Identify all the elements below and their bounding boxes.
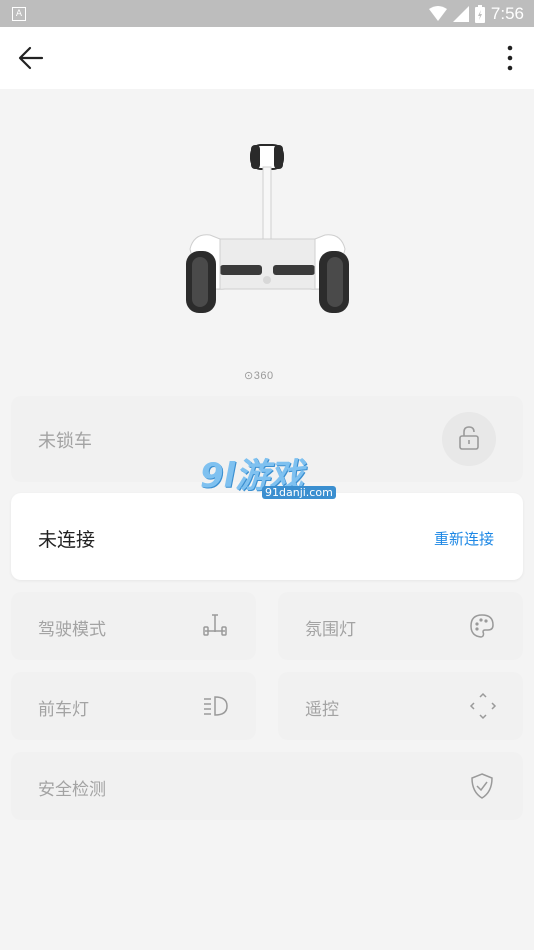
feature-label: 前车灯 — [38, 700, 89, 720]
status-bar: A 7:56 — [0, 0, 534, 27]
app-bar — [0, 27, 534, 89]
feature-headlight[interactable]: 前车灯 — [11, 672, 256, 740]
feature-label: 遥控 — [305, 700, 339, 720]
palette-icon — [470, 614, 494, 638]
shield-check-icon — [471, 773, 493, 799]
remote-control-icon — [469, 692, 497, 720]
app-notification-icon: A — [12, 7, 26, 21]
scooter-image — [186, 144, 349, 313]
feature-ambient-light[interactable]: 氛围灯 — [278, 592, 523, 660]
feature-label: 氛围灯 — [305, 620, 356, 640]
scooter-mode-icon — [203, 614, 227, 636]
more-vert-icon[interactable] — [500, 41, 520, 75]
unlock-icon — [459, 426, 479, 450]
lock-button[interactable] — [442, 412, 496, 466]
back-arrow-icon[interactable] — [14, 41, 48, 75]
clock: 7:56 — [490, 4, 524, 23]
device-hero: ⊙360 — [0, 89, 534, 389]
reconnect-button[interactable]: 重新连接 — [434, 528, 494, 549]
connection-card: 未连接 重新连接 — [11, 493, 523, 580]
signal-icon — [452, 6, 469, 22]
feature-drive-mode[interactable]: 驾驶模式 — [11, 592, 256, 660]
feature-safety-check[interactable]: 安全检测 — [11, 752, 523, 820]
feature-label: 驾驶模式 — [38, 620, 106, 640]
wifi-icon — [428, 6, 447, 21]
brand-logo: ⊙360 — [244, 370, 274, 382]
headlight-icon — [204, 696, 228, 716]
lock-status-card[interactable]: 未锁车 — [11, 396, 523, 482]
connection-status: 未连接 — [38, 529, 96, 551]
lock-status-label: 未锁车 — [38, 431, 92, 452]
battery-icon — [474, 5, 485, 23]
feature-label: 安全检测 — [38, 780, 106, 800]
feature-remote-control[interactable]: 遥控 — [278, 672, 523, 740]
